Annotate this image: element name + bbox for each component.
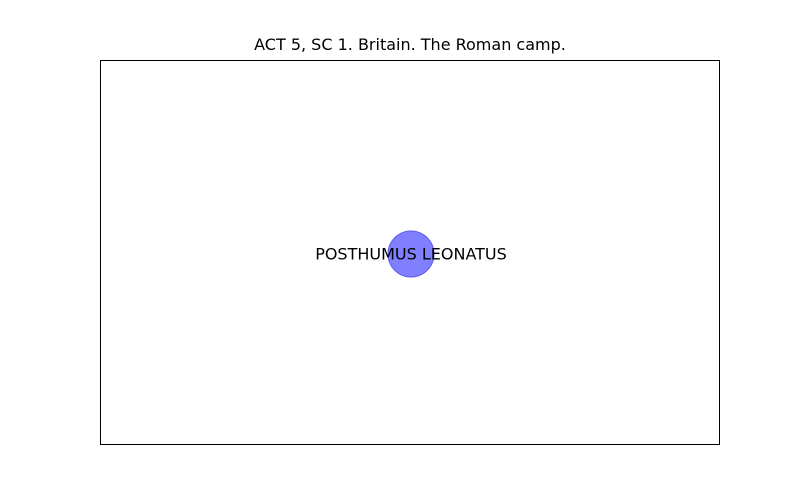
node-group: POSTHUMUS LEONATUS [315,230,507,278]
character-node-label: POSTHUMUS LEONATUS [315,245,507,264]
plot-area: POSTHUMUS LEONATUS [100,60,720,445]
network-diagram: POSTHUMUS LEONATUS [315,230,507,278]
figure-title: ACT 5, SC 1. Britain. The Roman camp. [254,35,566,54]
